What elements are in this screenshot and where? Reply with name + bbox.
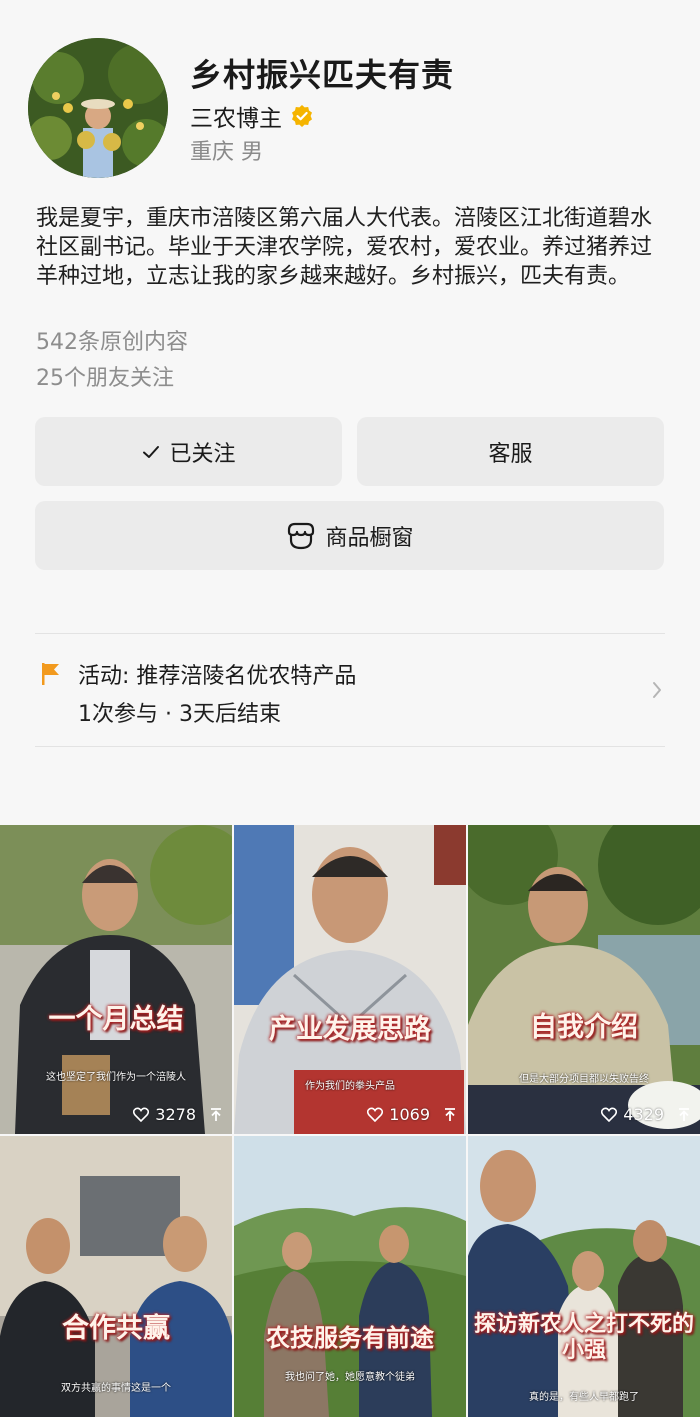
check-icon [143, 445, 160, 458]
friends-follow-count[interactable]: 25个朋友关注 [36, 360, 174, 392]
video-subtitle: 作为我们的拳头产品 [305, 1081, 395, 1092]
video-subtitle: 双方共赢的事情这是一个 [61, 1383, 171, 1394]
video-subtitle: 我也问了她，她愿意教个徒弟 [285, 1372, 415, 1383]
profile-name: 乡村振兴匹夫有责 [190, 56, 455, 94]
like-count-group: 1069 [367, 1105, 458, 1124]
heart-icon [133, 1107, 150, 1122]
heart-icon [601, 1107, 618, 1122]
shop-icon [288, 522, 315, 549]
shop-window-label: 商品橱窗 [325, 525, 414, 551]
followed-label: 已关注 [169, 441, 236, 467]
video-caption: 探访新农人之打不死的小强 [473, 1312, 694, 1363]
original-content-count[interactable]: 542条原创内容 [36, 324, 188, 356]
video-tile[interactable]: 农技服务有前途 我也问了她，她愿意教个徒弟 [234, 1136, 466, 1417]
role-label: 三农博主 [190, 106, 282, 132]
video-thumbnail [0, 1136, 232, 1417]
divider [35, 746, 665, 747]
verified-badge-icon [292, 105, 312, 127]
shop-window-button[interactable]: 商品橱窗 [35, 501, 664, 570]
location-gender: 重庆 男 [190, 140, 263, 165]
video-subtitle: 真的是，有些人早都跑了 [529, 1392, 639, 1403]
video-tile[interactable]: 自我介绍 但是大部分项目都以失败告终 4329 [468, 825, 700, 1134]
like-count-group: 4329 [601, 1105, 692, 1124]
role-row: 三农博主 [190, 99, 314, 133]
video-caption: 合作共赢 [62, 1313, 170, 1344]
video-thumbnail [0, 825, 232, 1134]
video-thumbnail [468, 1136, 700, 1417]
avatar[interactable] [28, 38, 168, 178]
video-caption: 自我介绍 [530, 1012, 638, 1043]
video-caption: 产业发展思路 [269, 1014, 431, 1045]
like-count: 4329 [623, 1105, 664, 1124]
divider [35, 633, 665, 634]
video-thumbnail [468, 825, 700, 1134]
like-count: 3278 [155, 1105, 196, 1124]
like-count-group: 3278 [133, 1105, 224, 1124]
share-icon[interactable] [442, 1107, 458, 1123]
activity-title[interactable]: 活动: 推荐涪陵名优农特产品 [78, 658, 356, 690]
flag-icon [42, 663, 59, 685]
video-tile[interactable]: 合作共赢 双方共赢的事情这是一个 [0, 1136, 232, 1417]
video-caption: 一个月总结 [48, 1004, 184, 1035]
bio-text: 我是夏宇，重庆市涪陵区第六届人大代表。涪陵区江北街道碧水社区副书记。毕业于天津农… [36, 206, 653, 289]
heart-icon [367, 1107, 384, 1122]
customer-service-label: 客服 [488, 441, 533, 467]
video-tile[interactable]: 一个月总结 这也坚定了我们作为一个涪陵人 3278 [0, 825, 232, 1134]
video-caption: 农技服务有前途 [266, 1324, 434, 1352]
video-subtitle: 这也坚定了我们作为一个涪陵人 [46, 1072, 186, 1083]
chevron-right-icon[interactable] [650, 680, 664, 700]
video-tile[interactable]: 产业发展思路 作为我们的拳头产品 1069 [234, 825, 466, 1134]
customer-service-button[interactable]: 客服 [357, 417, 664, 486]
followed-button[interactable]: 已关注 [35, 417, 342, 486]
like-count: 1069 [389, 1105, 430, 1124]
video-grid: 一个月总结 这也坚定了我们作为一个涪陵人 3278 产业发展思路 作为我们的拳头… [0, 825, 700, 1417]
share-icon[interactable] [676, 1107, 692, 1123]
share-icon[interactable] [208, 1107, 224, 1123]
video-subtitle: 但是大部分项目都以失败告终 [519, 1074, 649, 1085]
video-tile[interactable]: 探访新农人之打不死的小强 真的是，有些人早都跑了 [468, 1136, 700, 1417]
activity-meta: 1次参与 · 3天后结束 [78, 702, 281, 727]
